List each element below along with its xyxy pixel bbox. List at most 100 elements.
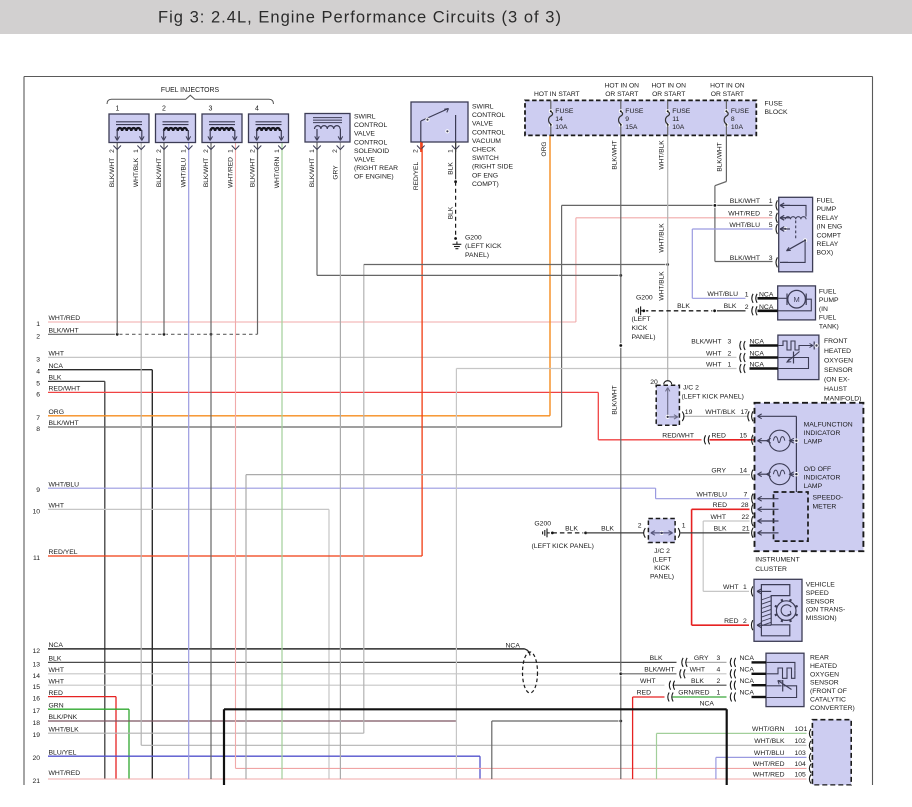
svg-text:WHT: WHT — [723, 584, 738, 591]
svg-text:CONTROL: CONTROL — [354, 122, 387, 129]
svg-text:SENSOR: SENSOR — [806, 598, 835, 605]
svg-text:WHT: WHT — [706, 350, 721, 357]
svg-text:J/C 2: J/C 2 — [654, 548, 670, 555]
svg-text:WHT/RED: WHT/RED — [753, 761, 785, 768]
svg-text:28: 28 — [741, 502, 749, 509]
svg-text:WHT/GRN: WHT/GRN — [752, 726, 785, 733]
svg-text:WHT/RED: WHT/RED — [753, 772, 785, 779]
svg-text:SWITCH: SWITCH — [472, 155, 499, 162]
svg-text:10: 10 — [32, 508, 40, 515]
svg-text:HOT IN ON: HOT IN ON — [605, 83, 640, 90]
svg-text:1: 1 — [769, 198, 773, 205]
svg-text:BLK/WHT: BLK/WHT — [49, 420, 79, 427]
svg-text:BLK/WHT: BLK/WHT — [644, 666, 674, 673]
svg-text:METER: METER — [813, 503, 837, 510]
svg-text:BLK/WHT: BLK/WHT — [109, 158, 116, 187]
svg-text:J/C 2: J/C 2 — [683, 384, 699, 391]
svg-text:1O1: 1O1 — [795, 726, 808, 733]
svg-text:19: 19 — [32, 732, 40, 739]
svg-text:RELAY: RELAY — [817, 241, 839, 248]
svg-text:WHT/BLU: WHT/BLU — [696, 491, 727, 498]
svg-text:WHT/BLK: WHT/BLK — [49, 726, 80, 733]
svg-text:BLK/WHT: BLK/WHT — [730, 255, 760, 262]
svg-text:NCA: NCA — [740, 690, 755, 697]
svg-text:2: 2 — [156, 149, 163, 153]
svg-text:OR START: OR START — [605, 91, 638, 98]
svg-text:GRN/RED: GRN/RED — [678, 690, 709, 697]
svg-text:MISSION): MISSION) — [806, 615, 837, 622]
svg-text:WHT/GRN: WHT/GRN — [274, 157, 281, 189]
svg-text:9: 9 — [625, 116, 629, 123]
svg-text:WHT/RED: WHT/RED — [728, 211, 760, 218]
svg-text:RED: RED — [713, 502, 727, 509]
svg-text:(LEFT: (LEFT — [632, 316, 651, 323]
svg-text:1: 1 — [743, 584, 747, 591]
svg-text:2: 2 — [203, 149, 210, 153]
svg-text:3: 3 — [728, 338, 732, 345]
svg-text:TANK): TANK) — [819, 323, 839, 330]
svg-text:SPEED: SPEED — [806, 590, 829, 597]
svg-text:2: 2 — [743, 618, 747, 625]
svg-text:BLU/YEL: BLU/YEL — [49, 749, 77, 756]
svg-text:1: 1 — [309, 149, 316, 153]
svg-text:(ON EX-: (ON EX- — [824, 376, 850, 383]
svg-text:RED/WHT: RED/WHT — [49, 386, 81, 393]
svg-text:OR START: OR START — [711, 91, 744, 98]
svg-text:VACUUM: VACUUM — [472, 138, 501, 145]
svg-text:2: 2 — [162, 106, 166, 113]
svg-text:11: 11 — [672, 116, 679, 123]
svg-text:CATALYTIC: CATALYTIC — [810, 697, 846, 704]
svg-text:14: 14 — [555, 116, 563, 123]
svg-text:WHT/BLK: WHT/BLK — [133, 157, 140, 187]
svg-text:15: 15 — [32, 684, 40, 691]
svg-text:WHT: WHT — [49, 351, 64, 358]
svg-text:VALVE: VALVE — [354, 157, 375, 164]
svg-text:WHT/RED: WHT/RED — [49, 770, 81, 777]
svg-text:5: 5 — [769, 222, 773, 229]
svg-text:COMPT): COMPT) — [472, 181, 499, 188]
svg-text:GRN: GRN — [49, 702, 64, 709]
svg-text:SWIRL: SWIRL — [354, 114, 376, 121]
svg-text:CONVERTER): CONVERTER) — [810, 705, 855, 712]
svg-text:21: 21 — [32, 778, 40, 785]
svg-text:7: 7 — [36, 415, 40, 422]
svg-text:2: 2 — [332, 149, 339, 153]
svg-text:2: 2 — [745, 304, 749, 311]
svg-text:BLK: BLK — [601, 526, 614, 533]
svg-text:17: 17 — [32, 708, 40, 715]
svg-text:3: 3 — [717, 655, 721, 662]
svg-text:(LEFT KICK: (LEFT KICK — [465, 243, 502, 250]
svg-text:2: 2 — [36, 333, 40, 340]
svg-text:OF ENG: OF ENG — [472, 172, 498, 179]
svg-text:RED: RED — [724, 618, 738, 625]
svg-text:INSTRUMENT: INSTRUMENT — [755, 557, 800, 564]
svg-text:13: 13 — [32, 661, 40, 668]
svg-text:NCA: NCA — [750, 361, 765, 368]
svg-text:RED: RED — [49, 690, 63, 697]
svg-text:BOX): BOX) — [817, 250, 834, 257]
svg-text:WHT: WHT — [640, 678, 655, 685]
svg-text:15: 15 — [740, 433, 748, 440]
svg-text:BLK: BLK — [714, 526, 727, 533]
svg-text:BLK/WHT: BLK/WHT — [730, 198, 760, 205]
svg-text:COMPT: COMPT — [817, 232, 842, 239]
svg-text:HOT IN ON: HOT IN ON — [710, 83, 745, 90]
svg-text:FUEL: FUEL — [817, 198, 835, 205]
svg-text:SOLENOID: SOLENOID — [354, 148, 389, 155]
svg-text:19: 19 — [685, 409, 693, 416]
svg-text:SENSOR: SENSOR — [810, 680, 839, 687]
svg-text:INDICATOR: INDICATOR — [804, 474, 841, 481]
svg-text:SPEEDO-: SPEEDO- — [813, 495, 844, 502]
svg-text:O/D OFF: O/D OFF — [804, 466, 832, 473]
svg-text:FRONT: FRONT — [824, 338, 847, 345]
svg-text:2: 2 — [728, 350, 732, 357]
svg-text:BLK: BLK — [49, 656, 62, 663]
svg-text:4: 4 — [255, 106, 259, 113]
svg-text:FUSE: FUSE — [625, 108, 644, 115]
svg-text:(IN: (IN — [819, 306, 828, 313]
svg-text:INDICATOR: INDICATOR — [804, 430, 841, 437]
svg-text:104: 104 — [795, 761, 807, 768]
svg-text:VEHICLE: VEHICLE — [806, 582, 836, 589]
svg-text:RELAY: RELAY — [817, 215, 839, 222]
svg-text:2: 2 — [249, 149, 256, 153]
